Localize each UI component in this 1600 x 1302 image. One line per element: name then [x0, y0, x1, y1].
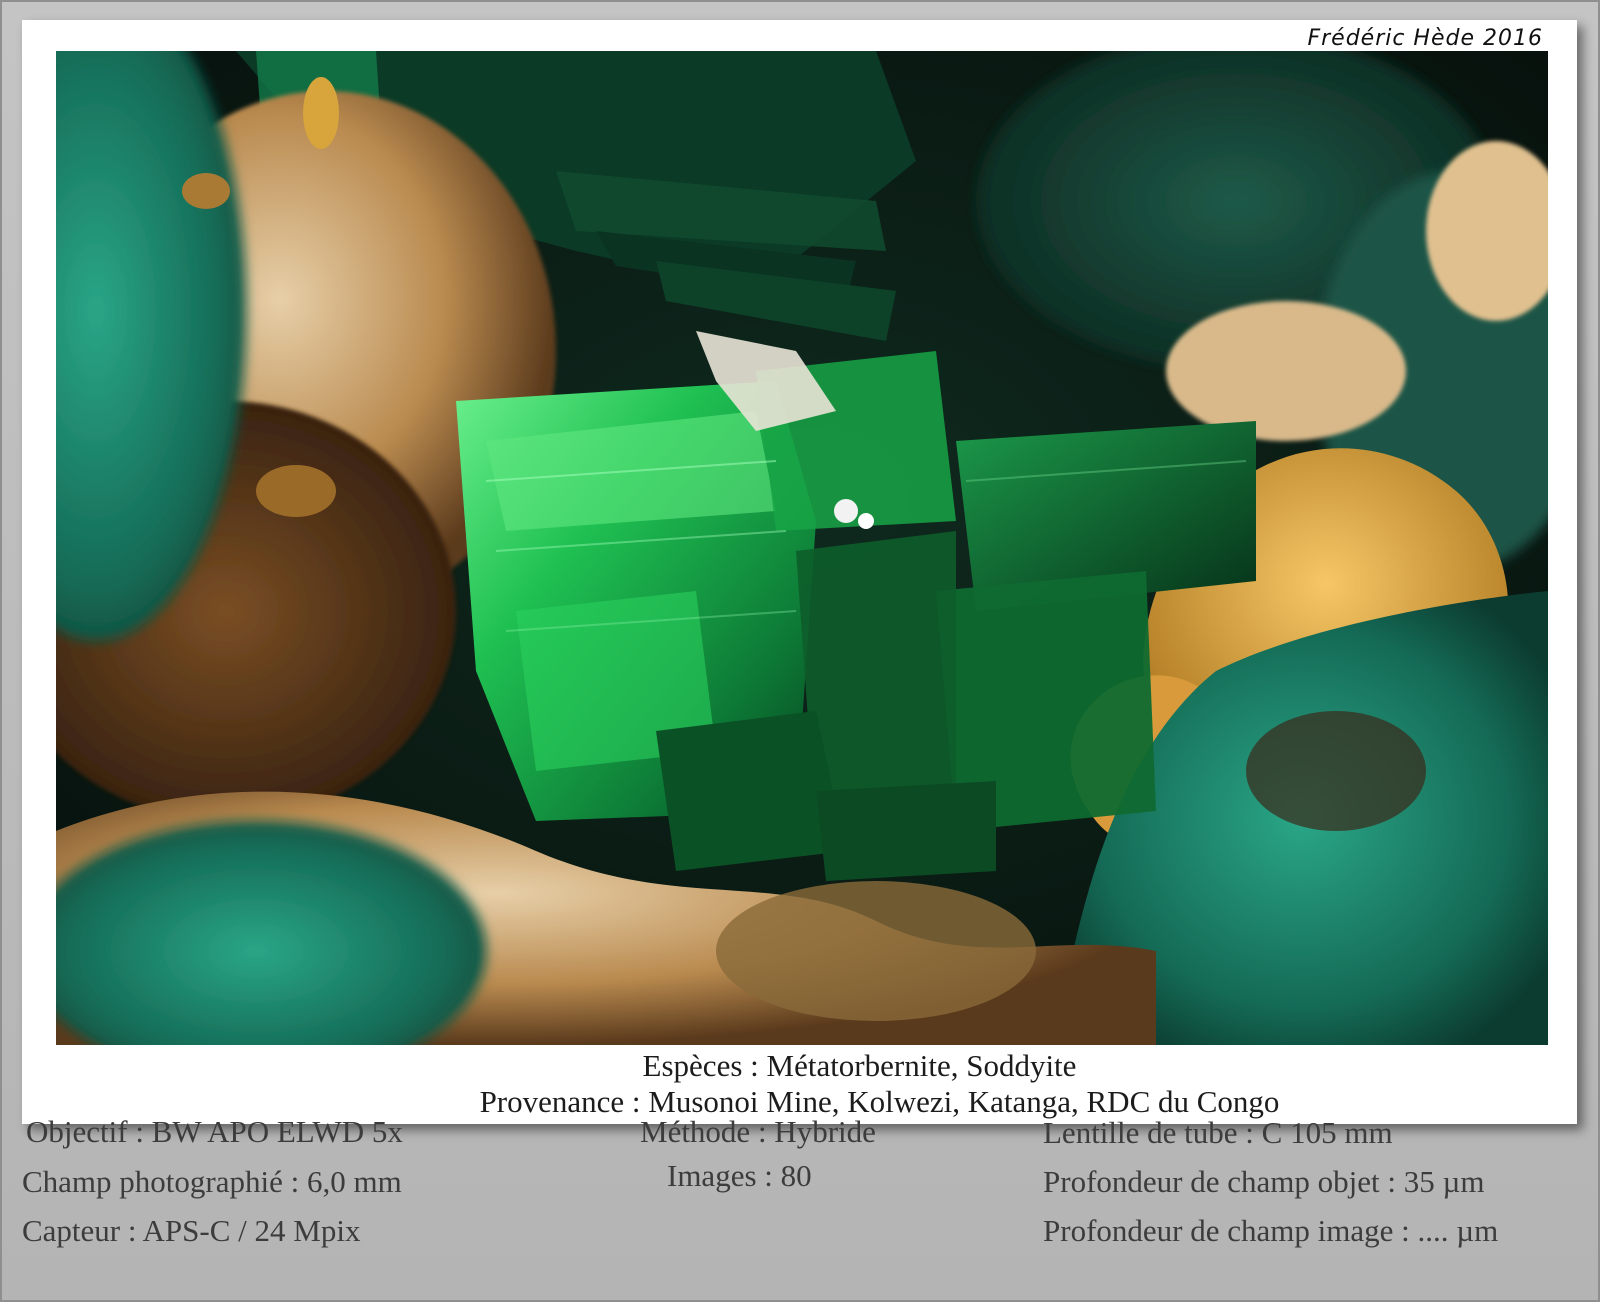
info-objective: Objectif : BW APO ELWD 5x — [26, 1114, 403, 1149]
info-tube-lens: Lentille de tube : C 105 mm — [1043, 1115, 1393, 1150]
info-images: Images : 80 — [667, 1158, 812, 1193]
info-sensor: Capteur : APS-C / 24 Mpix — [22, 1213, 361, 1248]
info-object-depth: Profondeur de champ objet : 35 µm — [1043, 1164, 1485, 1199]
photo-card: Frédéric Hède 2016 Espèces: Métatorbern… — [22, 20, 1577, 1124]
photographer-signature: Frédéric Hède 2016 — [1307, 26, 1543, 51]
species-caption: Espèces : Métatorbernite, Soddyite — [642, 1048, 1077, 1083]
info-method: Méthode : Hybride — [640, 1114, 876, 1149]
mineral-photo — [56, 51, 1548, 1045]
info-field: Champ photographié : 6,0 mm — [22, 1164, 402, 1199]
info-image-depth: Profondeur de champ image : .... µm — [1043, 1213, 1499, 1248]
